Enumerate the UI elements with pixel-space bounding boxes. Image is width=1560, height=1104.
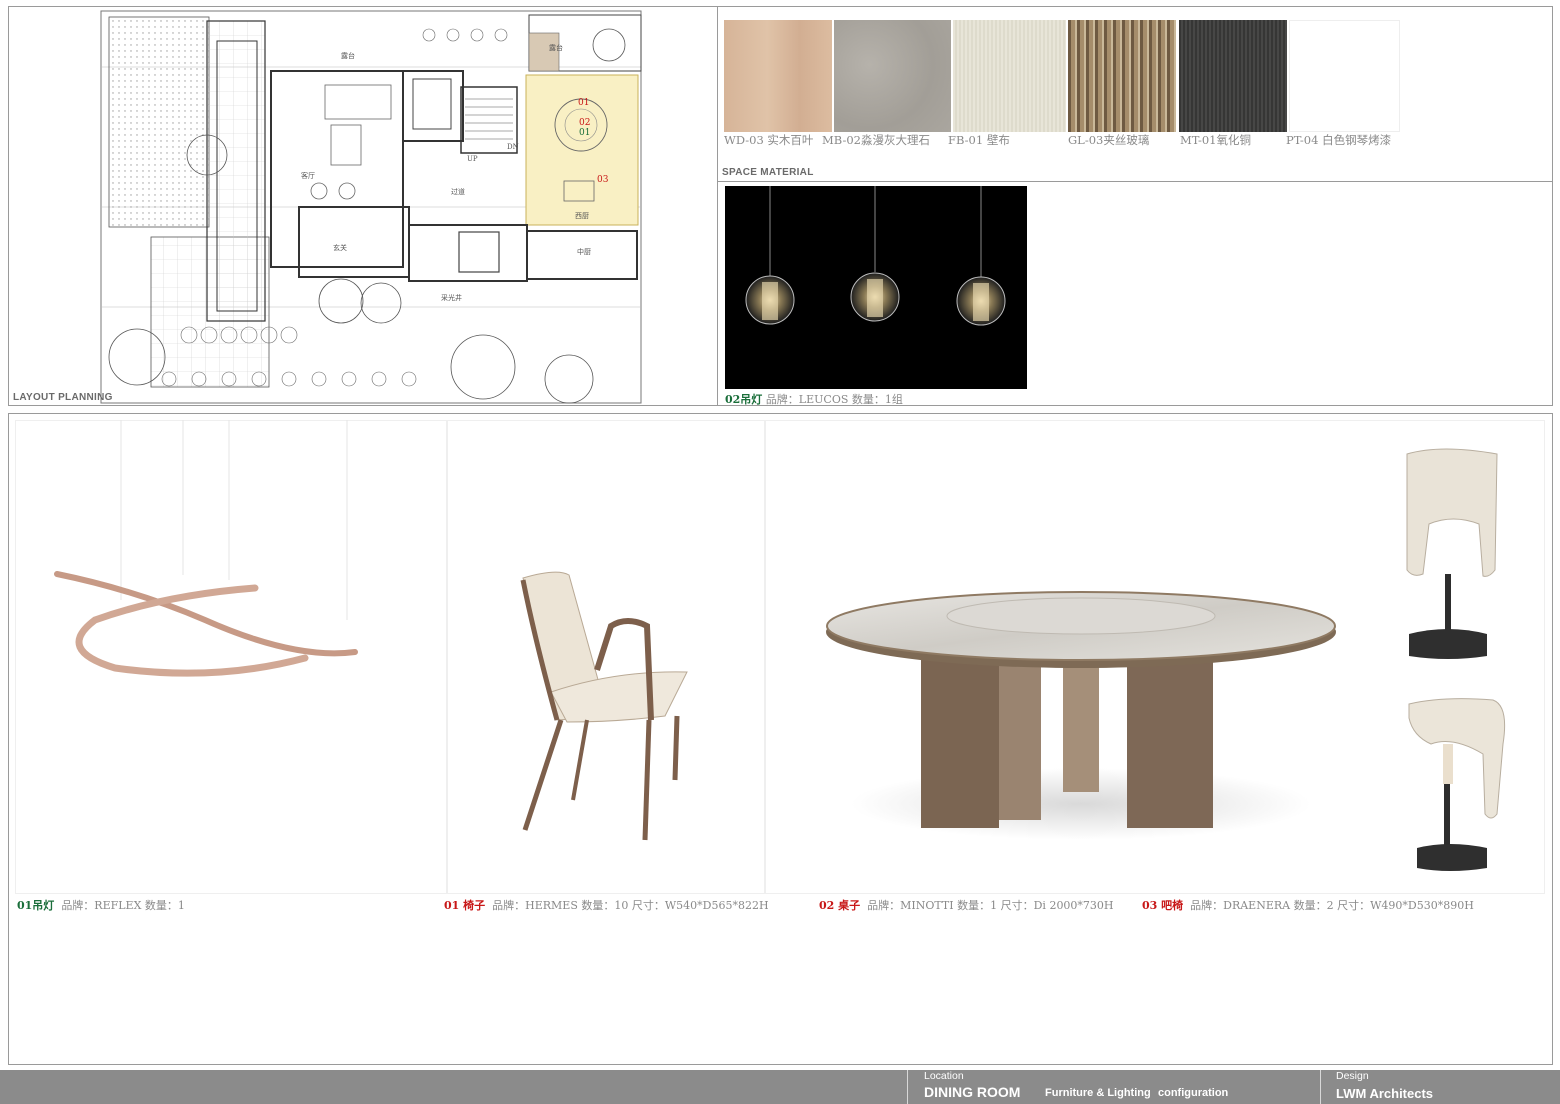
layout-planning-panel: 露台 露台 客厅 过道 玄关 西厨 中厨 UP DN 采光井 01 02 01 … xyxy=(8,6,718,406)
plan-marker-01: 01 xyxy=(578,98,590,108)
pendant-02-caption: 02吊灯 品牌：LEUCOS 数量：1组 xyxy=(725,391,903,407)
swatch-gl03 xyxy=(1068,20,1176,132)
room-label-hall: 过道 xyxy=(451,188,465,196)
space-material-panel: WD-03 实木百叶 MB-02淼漫灰大理石 FB-01 壁布 GL-03夹丝玻… xyxy=(717,6,1553,182)
room-label-living: 客厅 xyxy=(301,172,315,180)
swatch-caption-gl03: GL-03夹丝玻璃 xyxy=(1068,133,1150,147)
product-caption-reflex: 01吊灯 品牌：REFLEX 数量：1 xyxy=(17,897,185,913)
space-material-label: SPACE MATERIAL xyxy=(722,167,814,178)
product-code-minotti: 02 桌子 xyxy=(819,899,861,912)
footer-divider-left xyxy=(907,1070,908,1104)
swatch-caption-wd03: WD-03 实木百叶 xyxy=(724,133,814,147)
product-code-hermes: 01 椅子 xyxy=(444,899,486,912)
swatch-mt01 xyxy=(1179,20,1287,132)
room-label-dn: DN xyxy=(507,143,519,151)
product-code-reflex: 01吊灯 xyxy=(17,899,55,912)
product-detail-draenera: 品牌：DRAENERA 数量：2 尺寸：W490*D530*890H xyxy=(1190,899,1474,912)
plan-marker-03: 03 xyxy=(597,175,609,185)
plan-marker-01b: 01 xyxy=(579,128,591,138)
footer-location-label: Location xyxy=(924,1070,964,1082)
footer-design-label: Design xyxy=(1336,1070,1369,1082)
draenera-barstool-image xyxy=(1406,448,1506,871)
product-detail-hermes: 品牌：HERMES 数量：10 尺寸：W540*D565*822H xyxy=(492,899,769,912)
product-caption-draenera: 03 吧椅 品牌：DRAENERA 数量：2 尺寸：W490*D530*890H xyxy=(1142,897,1474,913)
room-label-terrace-right: 露台 xyxy=(549,44,563,52)
footer-bar: Location DINING ROOM Furniture & Lightin… xyxy=(0,1070,1560,1104)
product-detail-reflex: 品牌：REFLEX 数量：1 xyxy=(61,899,185,912)
footer-divider-right xyxy=(1320,1070,1321,1104)
floor-plan-drawing xyxy=(100,10,642,404)
layout-planning-label: LAYOUT PLANNING xyxy=(13,392,113,403)
swatch-caption-mt01: MT-01氧化铜 xyxy=(1180,133,1251,147)
room-label-up: UP xyxy=(467,155,478,163)
hermes-chair-image xyxy=(520,571,688,841)
minotti-table-image xyxy=(826,591,1336,840)
product-caption-hermes: 01 椅子 品牌：HERMES 数量：10 尺寸：W540*D565*822H xyxy=(444,897,769,913)
footer-subtitle-b: configuration xyxy=(1158,1087,1229,1099)
swatch-fb01 xyxy=(953,20,1066,132)
swatch-pt04 xyxy=(1289,20,1400,132)
footer-subtitle-a: Furniture & Lighting xyxy=(1045,1087,1151,1099)
swatch-caption-pt04: PT-04 白色钢琴烤漆 xyxy=(1286,133,1392,147)
product-detail-minotti: 品牌：MINOTTI 数量：1 尺寸：Di 2000*730H xyxy=(867,899,1114,912)
reflex-pendant-image xyxy=(54,420,358,677)
footer-room-title: DINING ROOM xyxy=(924,1084,1021,1100)
room-label-kitchen-chinese: 中厨 xyxy=(577,248,591,256)
footer-firm-name: LWM Architects xyxy=(1336,1086,1434,1101)
product-caption-minotti: 02 桌子 品牌：MINOTTI 数量：1 尺寸：Di 2000*730H xyxy=(819,897,1114,913)
pendant-02-image xyxy=(725,186,1027,389)
room-label-entry: 玄关 xyxy=(333,244,347,252)
swatch-wd03 xyxy=(724,20,832,132)
products-panel: 01吊灯 品牌：REFLEX 数量：1 01 椅子 品牌：HERMES 数量：1… xyxy=(8,413,1553,1065)
swatch-caption-fb01: FB-01 壁布 xyxy=(948,133,1010,147)
product-code-draenera: 03 吧椅 xyxy=(1142,899,1184,912)
plan-marker-02: 02 xyxy=(579,118,591,128)
pendant-02-detail: 品牌：LEUCOS 数量：1组 xyxy=(765,393,903,406)
room-label-courtyard: 采光井 xyxy=(441,294,462,302)
room-label-terrace-top: 露台 xyxy=(341,52,355,60)
swatch-mb02 xyxy=(834,20,951,132)
swatch-caption-mb02: MB-02淼漫灰大理石 xyxy=(822,133,930,147)
pendant-02-panel: 02吊灯 品牌：LEUCOS 数量：1组 xyxy=(717,181,1553,406)
room-label-kitchen-west: 西厨 xyxy=(575,212,589,220)
pendant-02-code: 02吊灯 xyxy=(725,393,763,406)
